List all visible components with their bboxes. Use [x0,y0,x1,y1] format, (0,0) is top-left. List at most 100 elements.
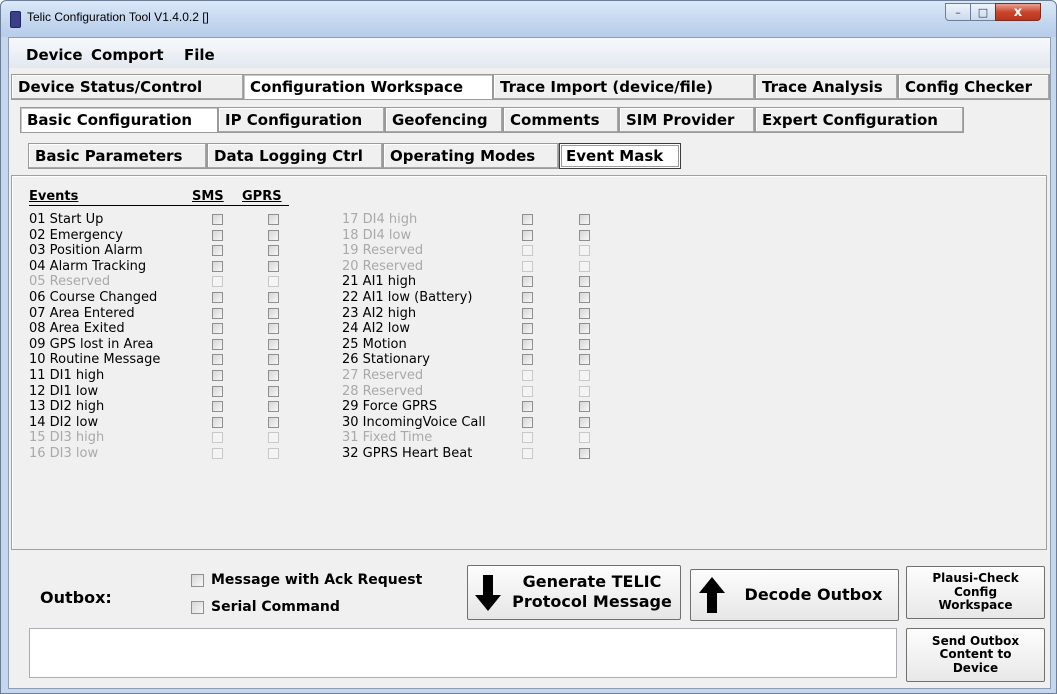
gprs-checkbox[interactable] [268,245,279,257]
sms-checkbox[interactable] [522,276,533,288]
event-label: 16 DI3 low [29,446,99,461]
sms-checkbox[interactable] [522,416,533,428]
close-button[interactable]: x [995,3,1041,21]
maximize-button[interactable]: □ [970,3,996,21]
title-bar[interactable]: Telic Configuration Tool V1.4.0.2 [] – □… [1,1,1056,37]
gprs-checkbox[interactable] [268,323,279,335]
menu-device[interactable]: Device [26,46,83,64]
arrow-down-icon [475,575,501,611]
gprs-checkbox[interactable] [268,229,279,241]
serial-command-checkbox[interactable] [191,600,204,614]
tab-geofencing[interactable]: Geofencing [385,107,503,133]
sms-checkbox[interactable] [212,385,223,397]
sms-checkbox[interactable] [212,354,223,366]
sms-checkbox[interactable] [212,229,223,241]
sms-checkbox[interactable] [522,307,533,319]
sms-checkbox[interactable] [212,307,223,319]
gprs-checkbox [579,245,590,257]
gprs-checkbox[interactable] [268,370,279,381]
tab-device-status[interactable]: Device Status/Control [11,74,244,100]
sms-checkbox[interactable] [522,292,533,303]
ack-request-label: Message with Ack Request [211,572,423,588]
generate-button-line1: Generate TELIC [522,572,662,591]
minimize-button[interactable]: – [945,3,971,21]
tab-basic-parameters[interactable]: Basic Parameters [28,143,207,169]
event-label: 14 DI2 low [29,414,99,430]
sms-checkbox[interactable] [522,323,533,335]
tab-expert-configuration[interactable]: Expert Configuration [755,107,964,133]
gprs-checkbox[interactable] [268,354,279,366]
sms-checkbox[interactable] [212,338,223,350]
plausi-check-line3: Workspace [938,598,1013,613]
tab-ip-configuration[interactable]: IP Configuration [218,107,385,133]
tab-comments[interactable]: Comments [503,107,619,133]
sms-checkbox[interactable] [212,260,223,272]
tab-trace-import[interactable]: Trace Import (device/file) [493,74,755,100]
gprs-checkbox[interactable] [579,276,590,288]
ack-request-checkbox[interactable] [191,573,204,587]
menu-file[interactable]: File [184,46,215,64]
gprs-checkbox [579,432,590,444]
tab-basic-configuration[interactable]: Basic Configuration [20,107,218,133]
gprs-checkbox[interactable] [579,401,590,413]
tab-trace-analysis[interactable]: Trace Analysis [755,74,898,100]
event-label: 04 Alarm Tracking [29,258,147,274]
sms-checkbox[interactable] [522,214,533,225]
sms-checkbox[interactable] [212,245,223,257]
sms-checkbox[interactable] [522,229,533,241]
gprs-checkbox[interactable] [268,307,279,319]
event-label: 08 Area Exited [29,321,125,337]
tab-config-checker[interactable]: Config Checker [898,74,1050,100]
gprs-checkbox[interactable] [268,338,279,350]
event-label: 11 DI1 high [29,368,105,383]
event-label: 05 Reserved [29,274,111,290]
event-label: 32 GPRS Heart Beat [342,446,473,461]
sms-checkbox[interactable] [212,370,223,381]
event-mask-panel: Events SMS GPRS 01 Start Up 02 Emergency 0… [11,175,1047,550]
tab-operating-modes[interactable]: Operating Modes [383,143,559,169]
sms-checkbox[interactable] [212,292,223,303]
gprs-checkbox [579,370,590,381]
gprs-checkbox[interactable] [268,292,279,303]
gprs-checkbox[interactable] [268,416,279,428]
gprs-checkbox[interactable] [579,448,590,459]
gprs-checkbox [268,276,279,288]
plausi-check-button[interactable]: Plausi-Check Config Workspace [906,566,1045,619]
event-label: 10 Routine Message [29,352,161,368]
gprs-checkbox[interactable] [579,229,590,241]
gprs-checkbox[interactable] [579,307,590,319]
outbox-text-field[interactable] [29,628,897,678]
serial-command-option[interactable]: Serial Command [191,599,340,615]
tab-data-logging-ctrl[interactable]: Data Logging Ctrl [207,143,383,169]
gprs-checkbox[interactable] [268,385,279,397]
sms-checkbox[interactable] [212,214,223,225]
sms-checkbox[interactable] [522,401,533,413]
sms-checkbox[interactable] [212,401,223,413]
telic-app-icon [10,11,21,28]
gprs-checkbox[interactable] [579,338,590,350]
plausi-check-line1: Plausi-Check [932,571,1019,586]
tab-event-mask[interactable]: Event Mask [559,143,681,169]
sms-checkbox[interactable] [522,354,533,366]
ack-request-option[interactable]: Message with Ack Request [191,572,422,588]
tab-configuration-workspace[interactable]: Configuration Workspace [243,74,493,100]
generate-telic-message-button[interactable]: Generate TELIC Protocol Message [467,565,681,620]
gprs-checkbox[interactable] [579,214,590,225]
decode-outbox-button[interactable]: Decode Outbox [690,569,899,621]
gprs-checkbox[interactable] [579,323,590,335]
send-outbox-button[interactable]: Send Outbox Content to Device [906,628,1045,682]
arrow-up-icon [699,577,725,613]
client-area: Device Comport File Device Status/Contro… [8,37,1051,689]
sms-checkbox[interactable] [212,323,223,335]
gprs-checkbox[interactable] [268,260,279,272]
tab-sim-provider[interactable]: SIM Provider [619,107,755,133]
menu-comport[interactable]: Comport [91,46,164,64]
gprs-checkbox[interactable] [268,401,279,413]
gprs-checkbox[interactable] [579,354,590,366]
gprs-checkbox[interactable] [268,214,279,225]
gprs-checkbox[interactable] [579,292,590,303]
gprs-checkbox[interactable] [579,416,590,428]
event-label: 12 DI1 low [29,383,99,399]
sms-checkbox[interactable] [212,416,223,428]
sms-checkbox[interactable] [522,338,533,350]
